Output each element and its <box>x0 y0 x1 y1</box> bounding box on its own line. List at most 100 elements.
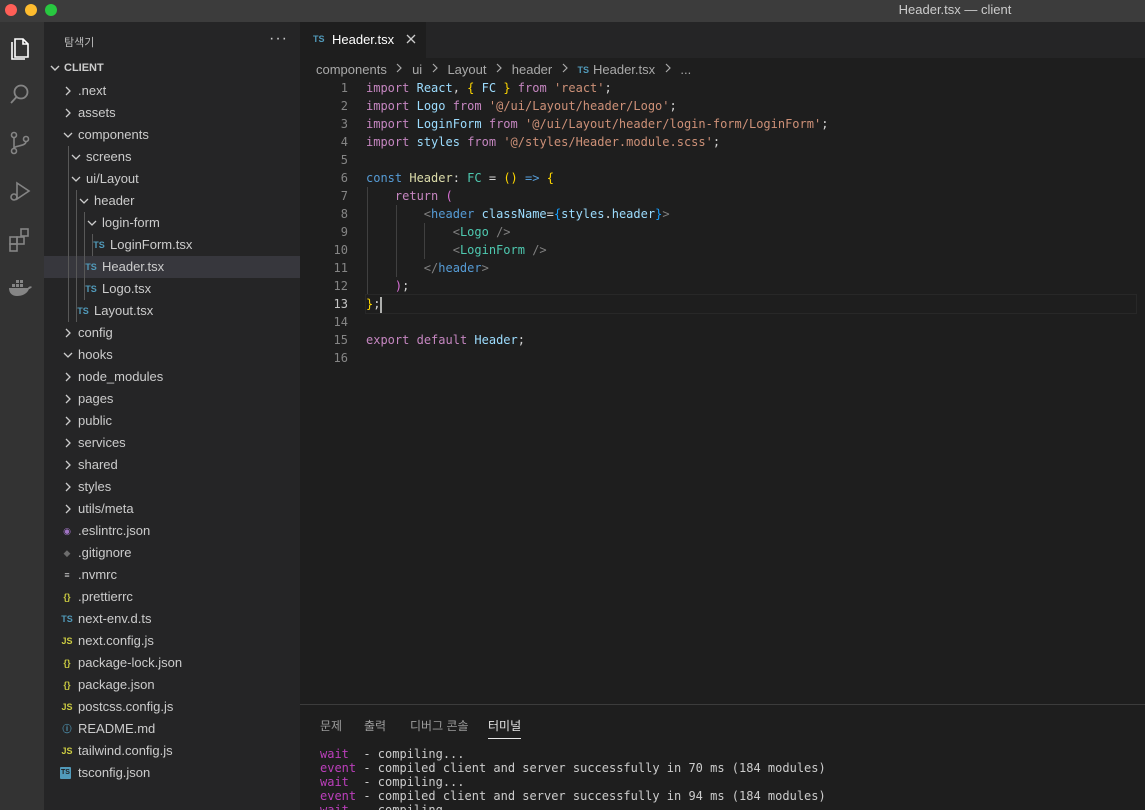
line-number: 4 <box>340 135 348 149</box>
tab-terminal[interactable]: 터미널 <box>488 717 522 739</box>
tree-file[interactable]: TS Logo.tsx <box>44 278 300 300</box>
tree-file[interactable]: TS LoginForm.tsx <box>44 234 300 256</box>
indent-guide <box>76 234 77 256</box>
line-number: 3 <box>340 117 348 131</box>
tree-item-label: styles <box>78 479 112 494</box>
json-file-icon: {} <box>63 592 71 602</box>
close-icon[interactable] <box>404 32 418 46</box>
text-cursor <box>380 296 383 313</box>
tree-file[interactable]: JS postcss.config.js <box>44 696 300 718</box>
tree-folder[interactable]: components <box>44 124 300 146</box>
tree-file[interactable]: {} .prettierrc <box>44 586 300 608</box>
tree-file[interactable]: TS next-env.d.ts <box>44 608 300 630</box>
chevron-down-icon <box>50 65 60 71</box>
terminal-line: event - compiled client and server succe… <box>320 761 1140 775</box>
tree-file[interactable]: {} package-lock.json <box>44 652 300 674</box>
tree-item-label: Layout.tsx <box>94 303 154 318</box>
tree-file[interactable]: {} package.json <box>44 674 300 696</box>
breadcrumb-item[interactable]: Layout <box>447 62 486 77</box>
run-debug-icon[interactable] <box>6 177 34 205</box>
extensions-icon[interactable] <box>6 225 34 253</box>
tree-folder[interactable]: utils/meta <box>44 498 300 520</box>
chevron-right-icon <box>65 482 71 492</box>
tree-file[interactable]: ◉ .eslintrc.json <box>44 520 300 542</box>
tsconfig-file-icon: TS <box>60 767 71 779</box>
chevron-down-icon <box>87 220 97 226</box>
tree-folder[interactable]: screens <box>44 146 300 168</box>
line-number: 12 <box>333 279 348 293</box>
breadcrumb-more[interactable]: ... <box>680 62 691 77</box>
tab-debug-console[interactable]: 디버그 콘솔 <box>410 717 469 734</box>
code-editor[interactable]: 1 2 3 4 5 6 7 8 9 10 11 12 13 14 15 16 import React, { … <box>300 79 1145 704</box>
breadcrumb-item[interactable]: ui <box>412 62 422 77</box>
chevron-right-icon <box>65 372 71 382</box>
chevron-right-icon <box>397 63 403 73</box>
git-file-icon: ◆ <box>63 548 71 558</box>
minimize-window-button[interactable] <box>25 4 37 16</box>
breadcrumb-file[interactable]: Header.tsx <box>593 62 655 77</box>
log-text: - compiling... <box>348 803 465 810</box>
indent-guide <box>76 278 77 300</box>
line-number: 8 <box>340 207 348 221</box>
tree-file[interactable]: ⓘ README.md <box>44 718 300 740</box>
json-file-icon: {} <box>63 658 71 668</box>
tree-folder[interactable]: header <box>44 190 300 212</box>
line-number: 14 <box>333 315 348 329</box>
tree-file[interactable]: JS next.config.js <box>44 630 300 652</box>
tree-folder[interactable]: shared <box>44 454 300 476</box>
tree-item-label: .gitignore <box>78 545 132 560</box>
terminal-line: wait - compiling... <box>320 775 1140 789</box>
tree-item-label: pages <box>78 391 114 406</box>
indent-guide <box>68 256 69 278</box>
tree-folder[interactable]: public <box>44 410 300 432</box>
tree-file[interactable]: TS Layout.tsx <box>44 300 300 322</box>
tree-folder[interactable]: assets <box>44 102 300 124</box>
code-area[interactable]: import React, { FC } from 'react'; impor… <box>365 79 1137 367</box>
line-number: 13 <box>333 297 348 311</box>
json-file-icon: {} <box>63 680 71 690</box>
tree-folder[interactable]: ui/Layout <box>44 168 300 190</box>
breadcrumb-item[interactable]: components <box>316 62 387 77</box>
tree-item-label: login-form <box>102 215 160 230</box>
line-number-gutter: 1 2 3 4 5 6 7 8 9 10 11 12 13 14 15 16 <box>300 79 348 367</box>
tree-file[interactable]: ◆ .gitignore <box>44 542 300 564</box>
tree-file[interactable]: TS Header.tsx <box>44 256 300 278</box>
maximize-window-button[interactable] <box>45 4 57 16</box>
tree-item-label: tsconfig.json <box>78 765 151 780</box>
tab-problems[interactable]: 문제 <box>320 717 342 734</box>
typescript-file-icon: TS <box>93 240 105 250</box>
line-number: 2 <box>340 99 348 113</box>
tree-folder[interactable]: pages <box>44 388 300 410</box>
tree-folder[interactable]: hooks <box>44 344 300 366</box>
tree-folder[interactable]: styles <box>44 476 300 498</box>
close-window-button[interactable] <box>5 4 17 16</box>
source-control-icon[interactable] <box>6 129 34 157</box>
tree-folder[interactable]: config <box>44 322 300 344</box>
breadcrumb-item[interactable]: header <box>512 62 552 77</box>
typescript-file-icon: TS <box>85 284 97 294</box>
tree-file[interactable]: JS tailwind.config.js <box>44 740 300 762</box>
search-icon[interactable] <box>6 81 34 109</box>
line-number: 1 <box>340 81 348 95</box>
tree-folder[interactable]: services <box>44 432 300 454</box>
tree-file[interactable]: ≡ .nvmrc <box>44 564 300 586</box>
line-number: 15 <box>333 333 348 347</box>
tree-item-label: tailwind.config.js <box>78 743 173 758</box>
tree-folder[interactable]: node_modules <box>44 366 300 388</box>
more-actions-icon[interactable]: ··· <box>269 30 288 48</box>
indent-guide <box>68 278 69 300</box>
tree-file[interactable]: TS tsconfig.json <box>44 762 300 784</box>
tree-folder[interactable]: login-form <box>44 212 300 234</box>
tab-output[interactable]: 출력 <box>364 717 386 734</box>
docker-icon[interactable] <box>6 273 34 301</box>
terminal-output[interactable]: wait - compiling... event - compiled clie… <box>320 747 1140 810</box>
workspace-section-header[interactable]: CLIENT <box>44 58 300 80</box>
line-number: 10 <box>333 243 348 257</box>
tab-header-tsx[interactable]: TS Header.tsx <box>300 22 426 58</box>
tree-folder[interactable]: .next <box>44 80 300 102</box>
files-icon[interactable] <box>6 33 34 61</box>
chevron-right-icon <box>65 394 71 404</box>
tree-item-label: services <box>78 435 126 450</box>
